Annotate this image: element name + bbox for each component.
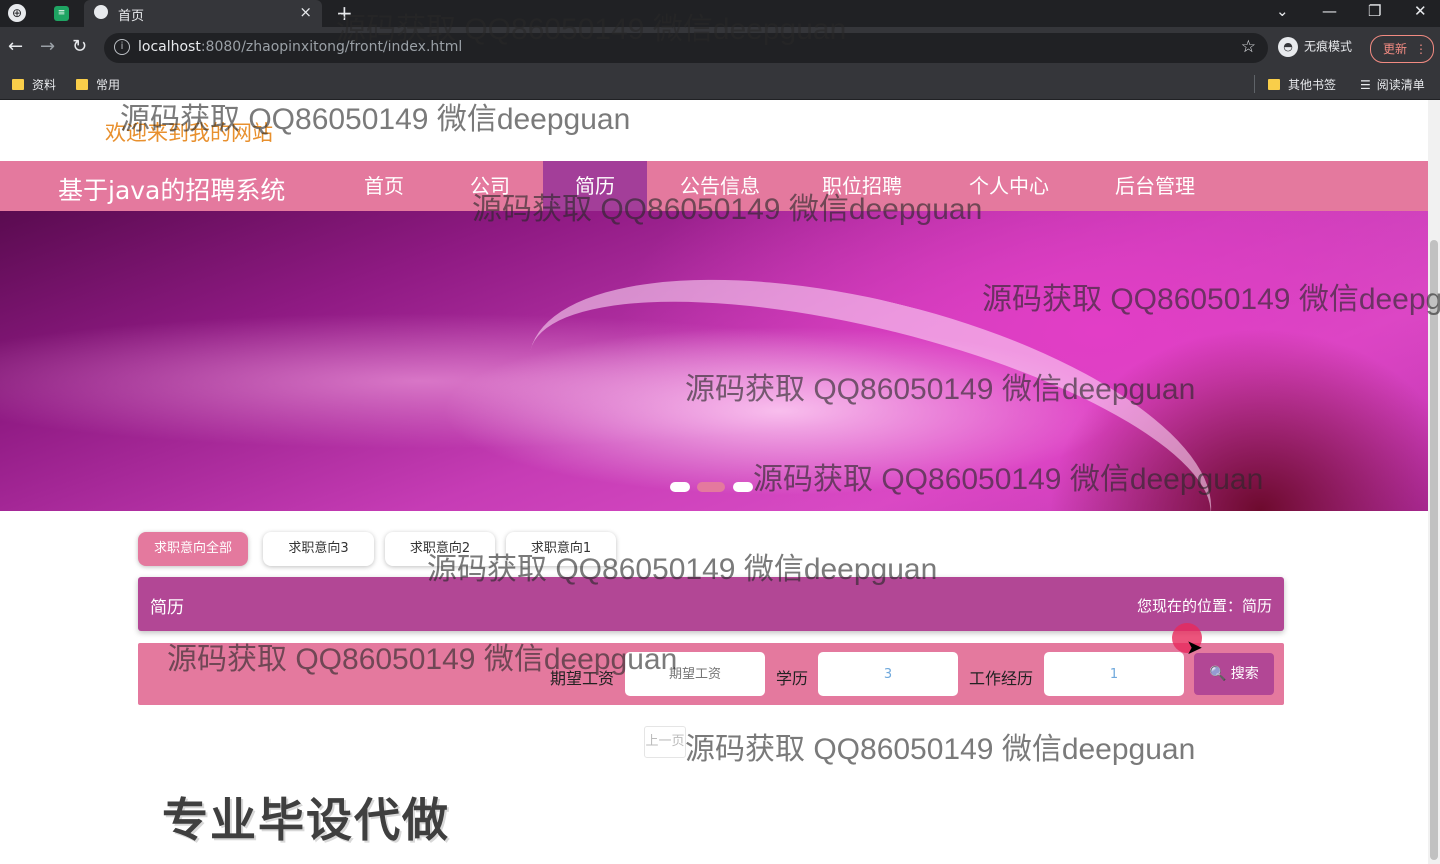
salary-input[interactable] (625, 652, 765, 696)
back-button[interactable]: ← (8, 36, 23, 57)
hero-carousel[interactable] (0, 211, 1428, 511)
reading-list[interactable]: ☰ 阅读清单 (1360, 76, 1425, 93)
carousel-dot-3[interactable] (733, 482, 753, 492)
site-brand[interactable]: 基于java的招聘系统 (58, 171, 285, 207)
url-host: localhost (138, 39, 201, 55)
nav-jobs[interactable]: 职位招聘 (822, 161, 902, 211)
mouse-cursor-icon: ➤ (1186, 635, 1203, 659)
bookmark-label: 资料 (32, 78, 57, 92)
reading-list-icon: ☰ (1360, 78, 1371, 92)
reading-list-label: 阅读清单 (1376, 78, 1425, 92)
nav-announcements[interactable]: 公告信息 (680, 161, 760, 211)
tab-title: 首页 (118, 9, 145, 24)
page-scrollbar[interactable] (1428, 100, 1440, 864)
salary-label: 期望工资 (550, 669, 615, 688)
url-path: :8080/zhaopinxitong/front/index.html (200, 39, 463, 55)
site-info-icon[interactable]: i (114, 39, 130, 55)
experience-input[interactable] (1044, 652, 1184, 696)
pinned-tab-icon[interactable]: ≡ (54, 6, 69, 21)
banner-swoosh (497, 220, 1243, 511)
filter-intent-1[interactable]: 求职意向1 (506, 532, 616, 566)
update-label: 更新 (1383, 42, 1408, 56)
search-button-label: 搜索 (1230, 666, 1259, 682)
folder-icon (1268, 79, 1280, 90)
reload-button[interactable]: ↻ (72, 36, 87, 57)
other-bookmarks[interactable]: 其他书签 (1268, 76, 1336, 93)
nav-home[interactable]: 首页 (364, 161, 404, 211)
carousel-dot-2[interactable] (697, 482, 725, 492)
web-page: 欢迎来到我的网站 基于java的招聘系统 首页 公司 简历 公告信息 职位招聘 … (0, 100, 1428, 864)
search-icon: 🔍 (1209, 666, 1227, 682)
breadcrumb: 简历 您现在的位置：简历 (138, 577, 1284, 631)
tab-close-icon[interactable]: × (299, 3, 312, 21)
forward-button[interactable]: → (40, 36, 55, 57)
new-tab-button[interactable]: + (336, 1, 353, 25)
bookmark-star-icon[interactable]: ☆ (1241, 37, 1256, 57)
close-window-button[interactable]: ✕ (1414, 2, 1427, 20)
folder-icon (12, 79, 24, 90)
bookmark-folder-common[interactable]: 常用 (76, 76, 120, 93)
section-title: 简历 (150, 598, 184, 618)
kebab-menu-icon: ⋮ (1415, 42, 1427, 56)
education-input[interactable] (818, 652, 958, 696)
browser-toolbar: ← → ↻ i localhost:8080/zhaopinxitong/fro… (0, 27, 1440, 69)
site-navbar: 基于java的招聘系统 首页 公司 简历 公告信息 职位招聘 个人中心 后台管理 (0, 161, 1428, 211)
current-location: 您现在的位置：简历 (1136, 597, 1272, 615)
filter-intent-2[interactable]: 求职意向2 (385, 532, 495, 566)
incognito-icon: ◓ (1278, 37, 1298, 57)
experience-label: 工作经历 (969, 669, 1034, 688)
tab-home[interactable]: 首页 × (84, 0, 322, 27)
pager-prev-button[interactable]: 上一页 (644, 726, 686, 758)
incognito-indicator[interactable]: ◓ 无痕模式 (1278, 37, 1352, 57)
tab-search-icon[interactable]: ⌄ (1276, 2, 1289, 20)
restore-button[interactable]: ❐ (1368, 2, 1381, 20)
scrollbar-thumb[interactable] (1430, 240, 1438, 860)
bookmark-label: 常用 (96, 78, 121, 92)
bookmarks-bar: 资料 常用 其他书签 ☰ 阅读清单 (0, 69, 1440, 100)
education-label: 学历 (776, 669, 809, 688)
browser-tab-strip: ⊕ ≡ 首页 × + ⌄ — ❐ ✕ (0, 0, 1440, 27)
filter-intent-3[interactable]: 求职意向3 (263, 532, 374, 566)
globe-icon (94, 5, 108, 19)
update-button[interactable]: 更新 ⋮ (1370, 35, 1434, 63)
nav-resume[interactable]: 简历 (543, 161, 647, 211)
carousel-dot-1[interactable] (670, 482, 690, 492)
folder-icon (76, 79, 88, 90)
filter-all[interactable]: 求职意向全部 (138, 532, 248, 566)
minimize-button[interactable]: — (1322, 2, 1337, 20)
nav-company[interactable]: 公司 (470, 161, 510, 211)
nav-admin[interactable]: 后台管理 (1115, 161, 1195, 211)
url-text: localhost:8080/zhaopinxitong/front/index… (138, 39, 462, 55)
welcome-text: 欢迎来到我的网站 (105, 121, 273, 145)
address-bar[interactable]: i localhost:8080/zhaopinxitong/front/ind… (104, 33, 1268, 63)
promo-text: 专业毕设代做 (162, 793, 450, 847)
bookmark-folder-materials[interactable]: 资料 (12, 76, 56, 93)
nav-profile[interactable]: 个人中心 (969, 161, 1049, 211)
search-button[interactable]: 🔍 搜索 (1194, 653, 1274, 695)
bookmark-divider (1254, 75, 1255, 93)
browser-menu-icon[interactable]: ⊕ (8, 4, 26, 22)
search-panel: 期望工资 学历 工作经历 🔍搜索 (138, 643, 1284, 705)
incognito-label: 无痕模式 (1304, 39, 1353, 54)
other-bookmarks-label: 其他书签 (1288, 78, 1337, 92)
